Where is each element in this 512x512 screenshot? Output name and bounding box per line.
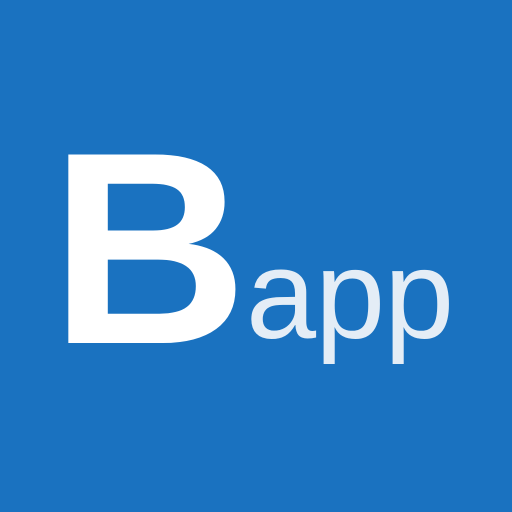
- logo-letter-b: B: [50, 96, 248, 402]
- logo-suffix-app: app: [246, 224, 454, 365]
- app-icon-tile: B app: [0, 0, 512, 512]
